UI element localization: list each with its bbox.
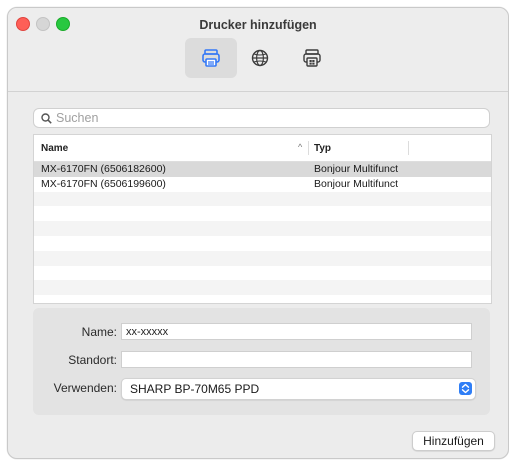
toolbar-windows-button[interactable] — [286, 38, 338, 78]
sort-ascending-icon: ^ — [298, 142, 303, 152]
empty-row — [34, 265, 491, 281]
table-row[interactable]: MX-6170FN (6506182600) Bonjour Multifunc… — [34, 162, 491, 177]
empty-row — [34, 221, 491, 236]
printer-type-cell: Bonjour Multifunct — [314, 177, 399, 190]
search-icon — [41, 112, 52, 124]
empty-row — [34, 206, 491, 222]
table-header: Name ^ Typ — [34, 135, 491, 162]
column-divider — [308, 141, 309, 155]
empty-row — [34, 280, 491, 296]
windows-printer-icon — [303, 49, 321, 67]
default-printer-icon — [202, 49, 220, 67]
printer-name-cell: MX-6170FN (6506199600) — [41, 177, 166, 190]
empty-row — [34, 250, 491, 266]
table-body: MX-6170FN (6506182600) Bonjour Multifunc… — [34, 162, 491, 303]
location-label: Standort: — [68, 353, 117, 367]
location-field[interactable] — [121, 351, 472, 368]
empty-row — [34, 235, 491, 251]
printer-type-cell: Bonjour Multifunct — [314, 163, 399, 175]
column-header-type[interactable]: Typ — [314, 143, 331, 154]
empty-row — [34, 295, 491, 303]
titlebar: Drucker hinzufügen — [8, 8, 508, 92]
column-divider — [408, 141, 409, 155]
chevron-up-down-icon — [459, 382, 472, 395]
name-field[interactable] — [121, 323, 472, 340]
search-input[interactable] — [56, 111, 476, 125]
use-label: Verwenden: — [53, 381, 117, 395]
table-row[interactable]: MX-6170FN (6506199600) Bonjour Multifunc… — [34, 176, 491, 192]
globe-icon — [251, 49, 269, 67]
toolbar-default-button[interactable] — [185, 38, 237, 78]
column-header-name[interactable]: Name — [41, 143, 68, 154]
driver-select-value: SHARP BP-70M65 PPD — [130, 382, 260, 396]
empty-row — [34, 191, 491, 207]
window-title: Drucker hinzufügen — [199, 18, 317, 32]
printer-list: Name ^ Typ MX-6170FN (6506182600) Bonjou… — [33, 134, 492, 304]
printer-details-panel: Name: Standort: Verwenden: SHARP BP-70M6… — [33, 308, 490, 415]
search-field[interactable] — [33, 108, 490, 128]
printer-name-cell: MX-6170FN (6506182600) — [41, 163, 166, 175]
name-label: Name: — [81, 325, 117, 339]
toolbar-ip-button[interactable] — [234, 38, 286, 78]
add-printer-window: Drucker hinzufügen Suchen Name ^ Typ MX-… — [7, 7, 509, 459]
add-button[interactable]: Hinzufügen — [412, 431, 495, 451]
driver-select[interactable]: SHARP BP-70M65 PPD — [121, 378, 476, 400]
